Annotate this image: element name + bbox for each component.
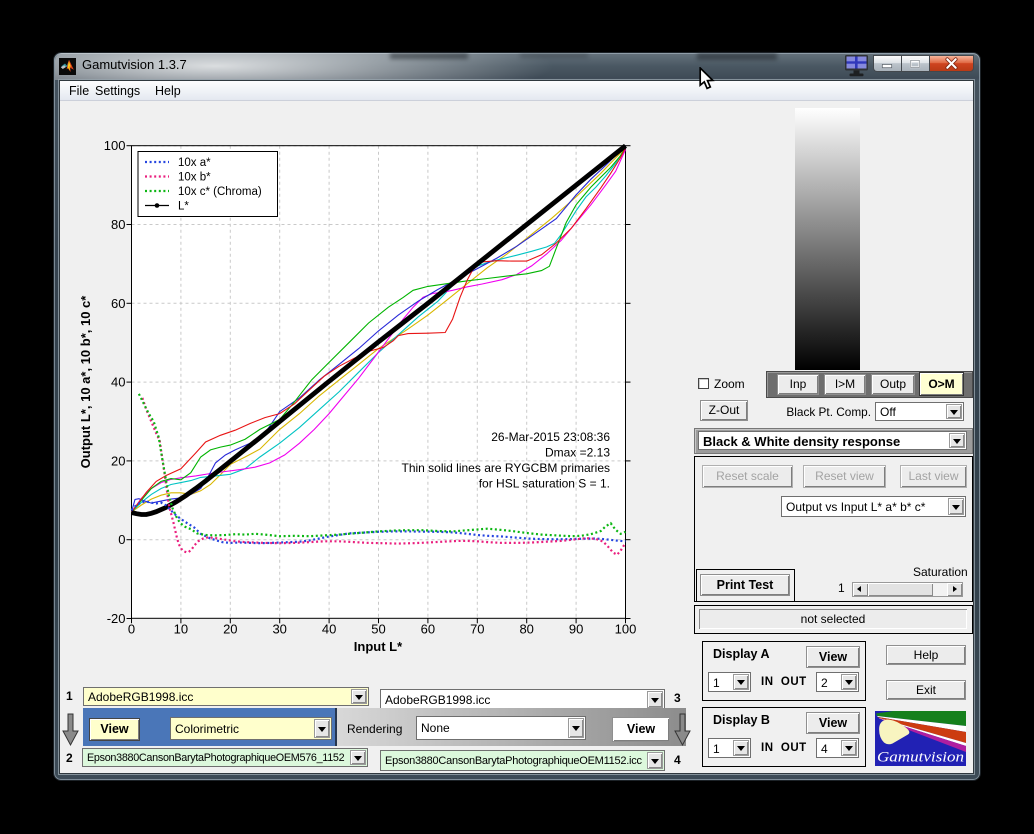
svg-text:-20: -20 bbox=[107, 611, 126, 626]
svg-text:100: 100 bbox=[104, 138, 126, 153]
svg-text:60: 60 bbox=[421, 621, 435, 636]
svg-text:0: 0 bbox=[128, 621, 135, 636]
svg-text:10x a*: 10x a* bbox=[178, 157, 211, 169]
svg-text:Output L*, 10 a*, 10 b*, 10 c*: Output L*, 10 a*, 10 b*, 10 c* bbox=[78, 295, 93, 469]
svg-text:10: 10 bbox=[174, 621, 188, 636]
svg-text:Dmax =2.13: Dmax =2.13 bbox=[545, 446, 610, 460]
svg-text:Input L*: Input L* bbox=[354, 639, 403, 654]
svg-text:20: 20 bbox=[111, 453, 125, 468]
svg-text:10x c* (Chroma): 10x c* (Chroma) bbox=[178, 186, 262, 198]
svg-text:40: 40 bbox=[111, 375, 125, 390]
svg-text:70: 70 bbox=[470, 621, 484, 636]
svg-text:80: 80 bbox=[111, 217, 125, 232]
svg-text:100: 100 bbox=[615, 621, 637, 636]
svg-text:30: 30 bbox=[272, 621, 286, 636]
svg-text:Gamutvision: Gamutvision bbox=[877, 750, 964, 766]
svg-text:0: 0 bbox=[118, 532, 125, 547]
svg-text:40: 40 bbox=[322, 621, 336, 636]
svg-text:Thin solid lines are RYGCBM pr: Thin solid lines are RYGCBM primaries bbox=[401, 461, 610, 475]
svg-text:L*: L* bbox=[178, 201, 189, 213]
svg-text:20: 20 bbox=[223, 621, 237, 636]
svg-text:10x b*: 10x b* bbox=[178, 172, 211, 184]
svg-text:50: 50 bbox=[371, 621, 385, 636]
svg-text:80: 80 bbox=[519, 621, 533, 636]
svg-text:for HSL saturation S = 1.: for HSL saturation S = 1. bbox=[479, 477, 610, 491]
svg-text:90: 90 bbox=[569, 621, 583, 636]
svg-text:26-Mar-2015 23:08:36: 26-Mar-2015 23:08:36 bbox=[491, 430, 610, 444]
svg-text:60: 60 bbox=[111, 296, 125, 311]
